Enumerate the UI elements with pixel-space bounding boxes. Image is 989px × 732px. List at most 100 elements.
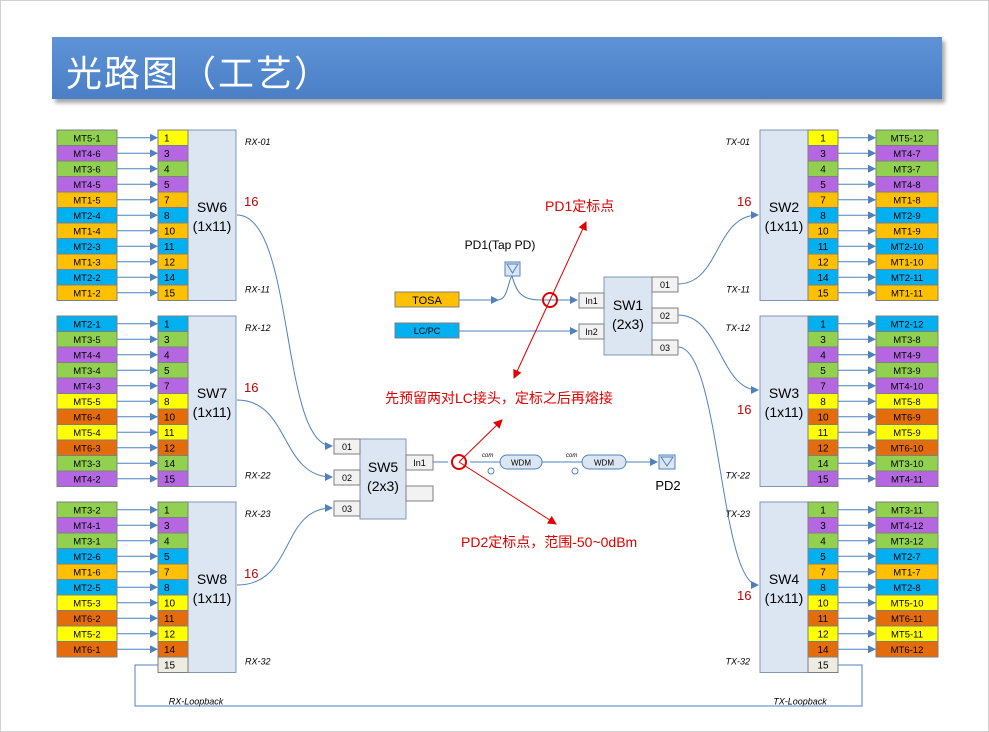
switch-dim: (2x3) xyxy=(612,316,644,332)
loopback-label: RX-Loopback xyxy=(169,697,224,707)
port-number: 10 xyxy=(817,599,829,610)
mt-label: MT3-3 xyxy=(73,459,100,470)
port-range-label: TX-11 xyxy=(726,285,750,295)
port-number: 14 xyxy=(164,459,176,470)
switch-name: SW8 xyxy=(197,571,228,587)
mt-label: MT2-7 xyxy=(893,552,920,563)
mt-label: MT4-2 xyxy=(73,475,100,486)
mt-label: MT2-9 xyxy=(893,211,920,222)
port-range-label: RX-32 xyxy=(245,657,271,667)
mt-label: MT4-3 xyxy=(73,382,100,393)
port-range-label: RX-22 xyxy=(245,471,271,481)
port-number: 12 xyxy=(164,258,176,269)
mt-label: MT2-2 xyxy=(73,273,100,284)
fiber-loop xyxy=(571,467,579,475)
port-number: 11 xyxy=(164,614,175,625)
mt-label: MT3-10 xyxy=(891,459,924,470)
mt-label: MT1-6 xyxy=(73,568,100,579)
port-number: In1 xyxy=(413,458,426,468)
port-number: 14 xyxy=(164,273,176,284)
port-number: 3 xyxy=(164,335,170,346)
port-number: 14 xyxy=(817,459,829,470)
port-number: 02 xyxy=(660,311,670,321)
port-number: 15 xyxy=(164,475,176,486)
reserve-callout: 先预留两对LC接头，定标之后再熔接 xyxy=(385,390,613,406)
mt-label: MT5-12 xyxy=(891,134,924,145)
mt-label: MT3-2 xyxy=(73,506,100,517)
port-range-label: RX-23 xyxy=(245,509,271,519)
switch-dim: (1x11) xyxy=(193,404,232,420)
port-number: 12 xyxy=(817,630,829,641)
loopback-fiber xyxy=(134,664,863,707)
mt-label: MT5-2 xyxy=(73,630,100,641)
pd1-cal-callout: PD1定标点 xyxy=(545,198,614,214)
port-cell xyxy=(157,145,189,162)
callout-arrow xyxy=(513,299,551,379)
mt-label: MT4-4 xyxy=(73,351,100,362)
mt-label: MT4-7 xyxy=(893,149,920,160)
mt-label: MT5-9 xyxy=(893,428,920,439)
mt-label: MT5-11 xyxy=(891,630,923,641)
mt-label: MT4-12 xyxy=(891,521,924,532)
mt-label: MT5-5 xyxy=(73,397,100,408)
switch-sw3 xyxy=(759,315,809,487)
switch-sw2 xyxy=(759,129,809,301)
port-number: 8 xyxy=(820,397,826,408)
mt-label: MT6-3 xyxy=(73,444,100,455)
com-label: com xyxy=(566,453,577,459)
port-cell xyxy=(157,563,189,580)
port-number: 11 xyxy=(818,428,829,439)
port-cell xyxy=(157,517,189,534)
callout-arrow xyxy=(458,419,503,463)
mt-label: MT4-1 xyxy=(73,521,100,532)
port-range-label: TX-23 xyxy=(725,509,750,519)
callout-arrow xyxy=(549,221,587,301)
mt-label: MT1-9 xyxy=(893,227,920,238)
port-cell xyxy=(157,579,189,596)
port-number: 7 xyxy=(820,382,826,393)
port-number: 10 xyxy=(164,413,176,424)
port-number: 15 xyxy=(164,661,176,672)
mt-label: MT5-1 xyxy=(73,134,100,145)
port-number: 10 xyxy=(164,227,176,238)
port-cell xyxy=(157,315,189,332)
port-cell xyxy=(157,176,189,193)
port-cell xyxy=(157,548,189,565)
mt-label: MT4-8 xyxy=(893,180,920,191)
callout-arrow xyxy=(458,461,557,525)
port-number: 15 xyxy=(164,289,176,300)
port-cell xyxy=(157,331,189,348)
port-range-label: RX-12 xyxy=(245,323,271,333)
switch-name: SW6 xyxy=(197,199,228,215)
switch-sw6 xyxy=(187,129,237,301)
pd2-label: PD2 xyxy=(655,478,680,493)
port-number: 15 xyxy=(817,661,829,672)
port-range-label: TX-12 xyxy=(725,323,750,333)
port-number: 1 xyxy=(164,320,170,331)
mt-label: MT3-12 xyxy=(891,537,924,548)
pd1-tap-fiber xyxy=(497,275,513,301)
port-number: 3 xyxy=(820,335,826,346)
switch-dim: (1x11) xyxy=(765,590,804,606)
port-number: 5 xyxy=(164,180,170,191)
mt-label: MT6-9 xyxy=(893,413,920,424)
port-range-label: RX-01 xyxy=(245,137,271,147)
port-number: 15 xyxy=(817,475,829,486)
mt-label: MT3-6 xyxy=(73,165,100,176)
port-number: 4 xyxy=(820,537,826,548)
switch-name: SW2 xyxy=(769,199,800,215)
mt-label: MT6-2 xyxy=(73,614,100,625)
port-number: 01 xyxy=(342,442,352,452)
mt-label: MT1-11 xyxy=(891,289,923,300)
mt-label: MT1-4 xyxy=(73,227,100,238)
tosa-label: TOSA xyxy=(412,295,442,307)
port-number: 3 xyxy=(820,149,826,160)
pd2-cal-callout: PD2定标点，范围-50~0dBm xyxy=(461,534,637,550)
port-number: 14 xyxy=(817,645,829,656)
mt-label: MT2-10 xyxy=(891,242,924,253)
mt-label: MT6-1 xyxy=(73,645,100,656)
mt-label: MT2-6 xyxy=(73,552,100,563)
port-number: 7 xyxy=(820,196,826,207)
port-number: 5 xyxy=(820,552,826,563)
mt-label: MT2-12 xyxy=(891,320,924,331)
